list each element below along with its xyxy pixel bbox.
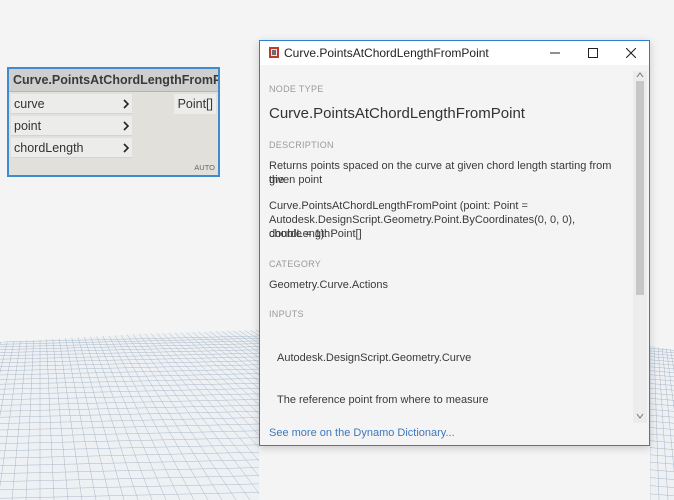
output-port-points[interactable]: Point[] [174, 94, 216, 114]
input-port-label: curve [14, 97, 45, 111]
node-title: Curve.PointsAtChordLengthFromPoint [9, 69, 218, 92]
signature-line: Curve.PointsAtChordLengthFromPoint (poin… [269, 200, 528, 212]
input-curve-type: Autodesk.DesignScript.Geometry.Curve [277, 352, 472, 364]
category-value: Geometry.Curve.Actions [269, 279, 389, 291]
dynamo-app-icon [269, 47, 279, 58]
minimize-button[interactable] [536, 41, 574, 65]
description-heading: DESCRIPTION [269, 140, 334, 150]
vertical-scrollbar[interactable] [633, 71, 647, 423]
input-point-description: The reference point from where to measur… [277, 394, 489, 406]
scrollbar-thumb[interactable] [636, 81, 644, 295]
maximize-button[interactable] [574, 41, 612, 65]
inputs-heading: INPUTS [269, 309, 304, 319]
scroll-up-icon[interactable] [636, 72, 644, 78]
input-port-label: chordLength [14, 141, 84, 155]
input-port-label: point [14, 119, 42, 133]
window-titlebar[interactable]: Curve.PointsAtChordLengthFromPoint [260, 41, 649, 65]
minimize-icon [550, 52, 560, 54]
category-heading: CATEGORY [269, 259, 322, 269]
signature-line: double = 1): Point[] [269, 228, 362, 240]
chevron-right-icon [123, 143, 129, 153]
close-icon [626, 48, 636, 58]
maximize-icon [588, 48, 598, 58]
input-port-curve[interactable]: curve [11, 94, 132, 114]
dynamo-node[interactable]: Curve.PointsAtChordLengthFromPoint curve… [7, 67, 220, 177]
window-title: Curve.PointsAtChordLengthFromPoint [284, 46, 489, 60]
lacing-label[interactable]: AUTO [194, 163, 215, 172]
node-type-value: Curve.PointsAtChordLengthFromPoint [269, 105, 525, 122]
chevron-right-icon [123, 99, 129, 109]
dynamo-dictionary-link[interactable]: See more on the Dynamo Dictionary... [269, 427, 455, 439]
node-info-window: Curve.PointsAtChordLengthFromPoint NODE … [259, 40, 650, 446]
input-port-chordlength[interactable]: chordLength [11, 138, 132, 158]
close-button[interactable] [612, 41, 650, 65]
description-line: given point [269, 174, 323, 186]
input-port-point[interactable]: point [11, 116, 132, 136]
scroll-down-icon[interactable] [636, 413, 644, 419]
chevron-right-icon [123, 121, 129, 131]
node-type-heading: NODE TYPE [269, 84, 324, 94]
